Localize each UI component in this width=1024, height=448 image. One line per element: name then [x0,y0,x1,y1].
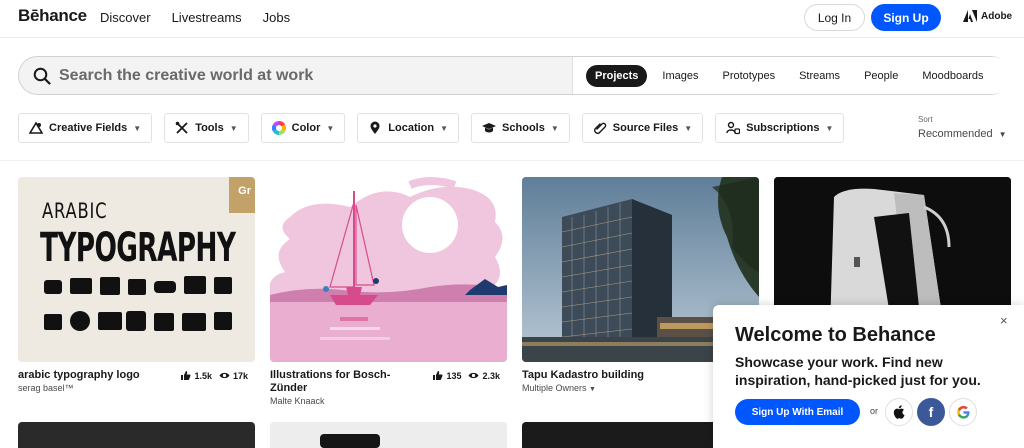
graduation-cap-icon [482,123,497,133]
filter-subscriptions[interactable]: Subscriptions ▼ [715,113,845,143]
sort-selected: Recommended [918,128,993,140]
subscriptions-icon [726,121,741,135]
filter-location[interactable]: Location ▼ [357,113,460,143]
chevron-down-icon: ▼ [998,130,1007,139]
chevron-down-icon: ▼ [825,123,834,133]
behance-logo[interactable]: Bēhance [18,6,87,26]
search-type-tabs: Projects Images Prototypes Streams Peopl… [572,57,1011,94]
tab-projects[interactable]: Projects [586,64,648,87]
or-label: or [870,406,879,416]
welcome-title: Welcome to Behance [735,324,936,346]
project-thumbnail[interactable] [270,177,507,362]
sort-label: Sort [918,115,933,124]
search-input[interactable] [59,65,579,87]
nav-livestreams[interactable]: Livestreams [172,10,242,25]
tools-icon [175,121,188,134]
filter-label: Tools [195,122,224,134]
search-bar: Projects Images Prototypes Streams Peopl… [18,56,1011,95]
location-pin-icon [370,121,380,134]
nav-jobs[interactable]: Jobs [263,10,290,25]
chevron-down-icon: ▼ [133,123,142,133]
tab-images[interactable]: Images [653,65,707,87]
filter-source-files[interactable]: Source Files ▼ [581,113,704,143]
chevron-down-icon: ▼ [440,123,449,133]
chevron-down-icon: ▼ [229,123,238,133]
filter-label: Schools [502,122,545,134]
creative-fields-icon [29,121,43,134]
login-button[interactable]: Log In [804,4,865,31]
tab-moodboards[interactable]: Moodboards [913,65,992,87]
color-wheel-icon [271,121,286,135]
sort-value: Recommended ▼ [918,128,1007,140]
chevron-down-icon: ▼ [326,123,335,133]
filter-label: Subscriptions [746,122,820,134]
google-icon [956,405,969,419]
chevron-down-icon: ▼ [684,123,693,133]
close-icon[interactable]: × [1000,313,1012,328]
eye-icon [468,372,479,379]
search-icon [33,67,51,85]
project-card[interactable]: Illustrations for Bosch-Zünder Malte Kna… [270,177,507,406]
filter-schools[interactable]: Schools ▼ [471,113,570,143]
filter-label: Creative Fields [49,122,128,134]
project-stats: 135 2.3k [432,370,507,381]
filter-label: Location [388,122,435,134]
project-thumbnail[interactable]: ARABIC TYPOGRAPHY Gr [18,177,255,362]
project-stats: 1.5k 17k [180,370,255,381]
main-nav: Discover Livestreams Jobs [100,10,311,25]
adobe-link[interactable]: Adobe [963,10,1012,22]
signup-email-button[interactable]: Sign Up With Email [735,399,860,425]
chevron-down-icon: ▼ [589,386,596,393]
adobe-logo-icon [963,10,977,22]
view-count: 17k [232,370,248,381]
paperclip-icon [593,122,607,134]
signup-button[interactable]: Sign Up [871,4,941,31]
tab-streams[interactable]: Streams [790,65,849,87]
appreciation-count: 1.5k [194,370,212,381]
nav-discover[interactable]: Discover [100,10,151,25]
welcome-popup: × Welcome to Behance Showcase your work.… [713,305,1024,448]
badge-label: Gr [238,185,251,197]
facebook-signin-button[interactable]: f [917,398,945,426]
thumbs-up-icon [433,371,443,380]
arabic-logos-artwork [44,276,232,331]
filter-tools[interactable]: Tools ▼ [164,113,249,143]
project-owner[interactable]: serag basel™ [18,383,255,393]
eye-icon [219,372,230,379]
project-title[interactable]: Illustrations for Bosch-Zünder [270,369,410,395]
apple-icon [893,405,905,419]
sort-dropdown[interactable]: Sort Recommended ▼ [918,115,1007,140]
project-owner[interactable]: Malte Knaack [270,396,507,406]
owner-label: Multiple Owners [522,383,587,393]
facebook-icon: f [928,404,934,420]
chevron-down-icon: ▼ [550,123,559,133]
filter-label: Color [291,122,321,134]
header-divider [0,37,1024,38]
filter-label: Source Files [612,122,679,134]
filter-bar: Creative Fields ▼ Tools ▼ Color ▼ Locati… [18,113,856,143]
tab-prototypes[interactable]: Prototypes [714,65,785,87]
top-navigation-bar: Bēhance Discover Livestreams Jobs Log In… [0,0,1024,36]
welcome-body: Showcase your work. Find new inspiration… [735,354,981,388]
view-count: 2.3k [482,370,500,381]
thumbs-up-icon [181,371,191,380]
apple-signin-button[interactable] [885,398,913,426]
filter-color[interactable]: Color ▼ [260,113,346,143]
project-thumbnail[interactable] [18,422,255,448]
project-thumbnail[interactable] [270,422,507,448]
filter-divider [0,160,1024,161]
device-illustration [320,434,380,448]
project-card[interactable]: ARABIC TYPOGRAPHY Gr arabic typography l… [18,177,255,393]
appreciation-count: 135 [446,370,462,381]
tab-people[interactable]: People [855,65,907,87]
google-signin-button[interactable] [949,398,977,426]
sailboat-illustration [270,177,507,362]
adobe-label: Adobe [981,10,1013,22]
filter-creative-fields[interactable]: Creative Fields ▼ [18,113,153,143]
